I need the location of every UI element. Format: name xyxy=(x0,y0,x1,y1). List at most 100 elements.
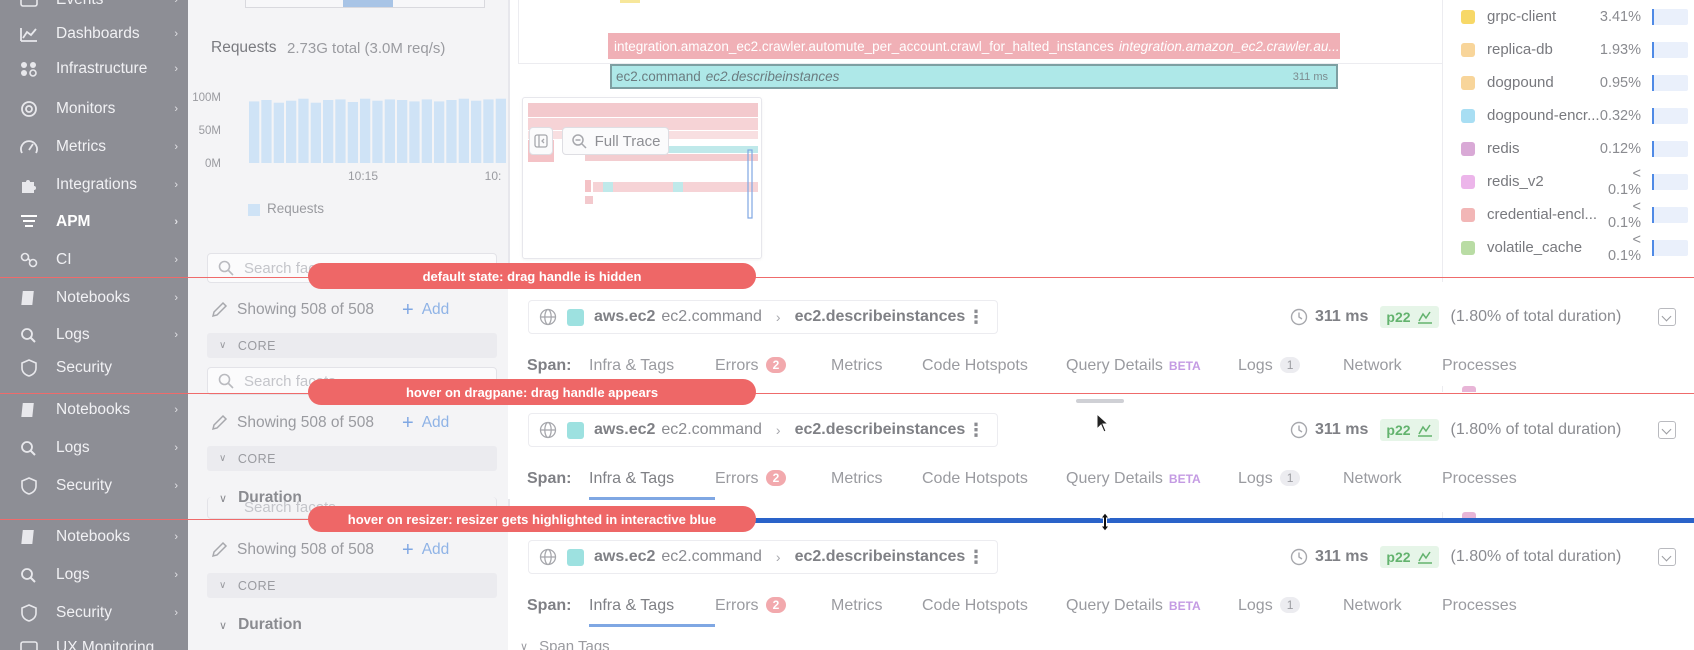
tab-code-hotspots[interactable]: Code Hotspots xyxy=(922,470,1066,488)
core-section-toggle[interactable]: ∨ CORE xyxy=(207,333,497,358)
nav-item-ux-monitoring[interactable]: UX Monitoring xyxy=(0,631,188,650)
flame-span-selected[interactable]: ec2.command ec2.describeinstances 311 ms xyxy=(610,64,1338,89)
span-tags-section[interactable]: ∨ Span Tags xyxy=(520,638,610,650)
tab-logs[interactable]: Logs 1 xyxy=(1238,597,1343,615)
service-row[interactable]: credential-encl... < 0.1% xyxy=(1443,198,1694,231)
chevron-right-icon: › xyxy=(174,292,178,304)
service-row[interactable]: dogpound 0.95% xyxy=(1443,66,1694,99)
minimap-collapse-button[interactable] xyxy=(529,127,553,155)
nav-item-metrics[interactable]: Metrics › xyxy=(0,130,188,164)
span-header[interactable]: aws.ec2 ec2.command › ec2.describeinstan… xyxy=(528,300,998,334)
tab-query-details[interactable]: Query Details BETA xyxy=(1066,597,1238,615)
span-label: Span: xyxy=(527,357,572,374)
beta-badge: BETA xyxy=(1168,472,1201,486)
service-row[interactable]: dogpound-encr... 0.32% xyxy=(1443,99,1694,132)
nav-item-security[interactable]: Security xyxy=(0,355,188,381)
kebab-menu-icon[interactable]: ⋮ xyxy=(967,547,985,568)
nav-item-logs[interactable]: Logs › xyxy=(0,318,188,352)
trace-minimap[interactable] xyxy=(522,97,762,259)
flame-span[interactable] xyxy=(620,0,640,3)
collapse-panel-button[interactable] xyxy=(1658,421,1676,439)
service-pct-bar xyxy=(1652,140,1688,157)
clock-icon xyxy=(1290,421,1308,439)
tab-processes[interactable]: Processes xyxy=(1442,470,1517,488)
tab-metrics[interactable]: Metrics xyxy=(831,470,922,488)
collapse-panel-button[interactable] xyxy=(1658,308,1676,326)
nav-item-security[interactable]: Security › xyxy=(0,596,188,630)
kebab-menu-icon[interactable]: ⋮ xyxy=(967,420,985,441)
service-row[interactable]: volatile_cache < 0.1% xyxy=(1443,231,1694,264)
nav-item-events[interactable]: Events › xyxy=(0,0,188,17)
duration-facet-toggle[interactable]: ∨ Duration xyxy=(207,614,497,636)
nav-item-security[interactable]: Security › xyxy=(0,469,188,503)
tab-metrics[interactable]: Metrics xyxy=(831,357,922,375)
tab-network[interactable]: Network xyxy=(1343,470,1442,488)
service-row[interactable]: redis 0.12% xyxy=(1443,132,1694,165)
tab-query-details[interactable]: Query Details BETA xyxy=(1066,470,1238,488)
tab-network[interactable]: Network xyxy=(1343,597,1442,615)
tab-network[interactable]: Network xyxy=(1343,357,1442,375)
span-duration-stats: 311 ms p22 (1.80% of total duration) xyxy=(1290,540,1621,574)
service-row[interactable]: grpc-client 3.41% xyxy=(1443,0,1694,33)
chevron-right-icon: › xyxy=(174,179,178,191)
tab-errors[interactable]: Errors 2 xyxy=(715,470,831,488)
distribution-chart-icon xyxy=(1417,424,1432,437)
add-facet-button[interactable]: + Add xyxy=(402,412,449,435)
flame-span-parent[interactable]: integration.amazon_ec2.crawler.automute_… xyxy=(608,33,1340,59)
tab-infra-tags[interactable]: Infra & Tags xyxy=(589,470,715,500)
span-service: aws.ec2 xyxy=(594,548,656,565)
span-header[interactable]: aws.ec2 ec2.command › ec2.describeinstan… xyxy=(528,413,998,447)
pencil-icon[interactable] xyxy=(210,541,228,559)
chart-bar xyxy=(409,101,420,163)
clock-icon xyxy=(1290,308,1308,326)
nav-item-ci[interactable]: CI › xyxy=(0,243,188,277)
collapse-panel-button[interactable] xyxy=(1658,548,1676,566)
view-toggle-active[interactable] xyxy=(343,0,393,7)
tab-errors[interactable]: Errors 2 xyxy=(715,597,831,615)
nav-item-monitors[interactable]: Monitors › xyxy=(0,92,188,126)
tab-processes[interactable]: Processes xyxy=(1442,357,1517,375)
nav-item-logs[interactable]: Logs › xyxy=(0,431,188,465)
tab-metrics[interactable]: Metrics xyxy=(831,597,922,615)
span-header[interactable]: aws.ec2 ec2.command › ec2.describeinstan… xyxy=(528,540,998,574)
percentile-badge[interactable]: p22 xyxy=(1380,546,1439,568)
service-row[interactable]: redis_v2 < 0.1% xyxy=(1443,165,1694,198)
span-resource: integration.amazon_ec2.crawler.au... xyxy=(1118,38,1340,54)
nav-item-apm[interactable]: APM › xyxy=(0,205,188,239)
nav-item-dashboards[interactable]: Dashboards › xyxy=(0,17,188,51)
percentile-badge[interactable]: p22 xyxy=(1380,306,1439,328)
pencil-icon[interactable] xyxy=(210,414,228,432)
chart-bar xyxy=(261,100,272,163)
view-toggle[interactable] xyxy=(245,0,485,8)
nav-item-infrastructure[interactable]: Infrastructure › xyxy=(0,52,188,86)
nav-label: Dashboards xyxy=(56,25,140,42)
add-facet-button[interactable]: + Add xyxy=(402,539,449,562)
tab-errors[interactable]: Errors 2 xyxy=(715,357,831,375)
nav-item-notebooks[interactable]: Notebooks › xyxy=(0,520,188,554)
tab-code-hotspots[interactable]: Code Hotspots xyxy=(922,357,1066,375)
nav-item-notebooks[interactable]: Notebooks › xyxy=(0,281,188,315)
span-operation: ec2.command xyxy=(661,548,762,565)
tab-logs[interactable]: Logs 1 xyxy=(1238,357,1343,375)
nav-item-notebooks[interactable]: Notebooks › xyxy=(0,393,188,427)
tab-query-details[interactable]: Query Details BETA xyxy=(1066,357,1238,375)
nav-item-logs[interactable]: Logs › xyxy=(0,558,188,592)
tab-code-hotspots[interactable]: Code Hotspots xyxy=(922,597,1066,615)
nav-item-integrations[interactable]: Integrations › xyxy=(0,168,188,202)
tab-logs[interactable]: Logs 1 xyxy=(1238,470,1343,488)
pencil-icon[interactable] xyxy=(210,301,228,319)
tab-infra-tags[interactable]: Infra & Tags xyxy=(589,357,715,375)
kebab-menu-icon[interactable]: ⋮ xyxy=(967,307,985,328)
core-section-toggle[interactable]: ∨ CORE xyxy=(207,573,497,598)
service-pct-fill xyxy=(1652,74,1654,91)
security-icon xyxy=(18,359,40,377)
full-trace-button[interactable]: Full Trace xyxy=(562,127,669,155)
core-section-toggle[interactable]: ∨ CORE xyxy=(207,446,497,471)
add-facet-button[interactable]: + Add xyxy=(402,299,449,322)
tab-infra-tags[interactable]: Infra & Tags xyxy=(589,597,715,627)
percentile-badge[interactable]: p22 xyxy=(1380,419,1439,441)
service-name: redis xyxy=(1487,140,1520,157)
drag-handle[interactable] xyxy=(1076,399,1124,403)
tab-processes[interactable]: Processes xyxy=(1442,597,1517,615)
service-row[interactable]: replica-db 1.93% xyxy=(1443,33,1694,66)
